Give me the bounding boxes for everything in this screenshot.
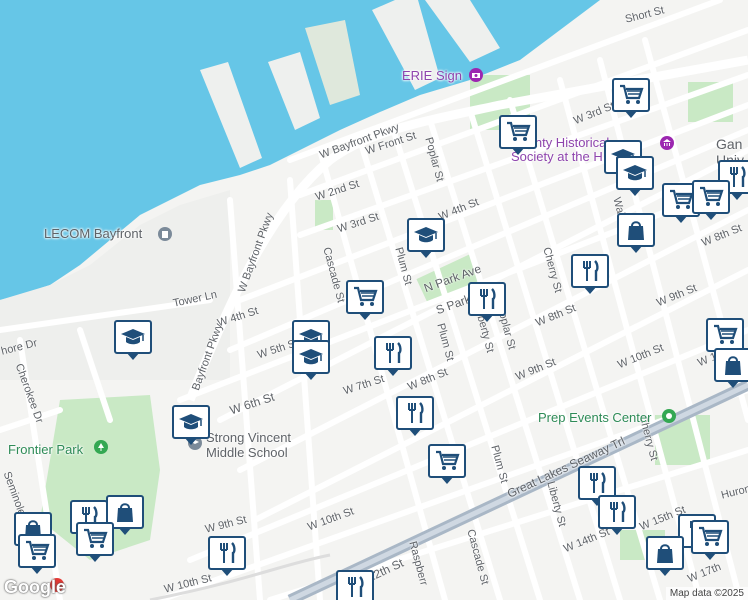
shopping-cart-icon xyxy=(697,184,725,210)
place-frontier-park[interactable]: Frontier Park xyxy=(8,442,83,457)
restaurant-marker[interactable] xyxy=(336,570,374,600)
shopping-cart-icon xyxy=(696,524,724,550)
grocery-marker[interactable] xyxy=(428,444,466,484)
place-prep-events-center[interactable]: Prep Events Center xyxy=(538,410,651,425)
camera-icon[interactable] xyxy=(469,68,483,82)
graduation-cap-icon xyxy=(177,409,205,435)
shopping-cart-icon xyxy=(617,82,645,108)
fork-knife-icon xyxy=(401,400,429,426)
fork-knife-icon xyxy=(473,286,501,312)
graduation-cap-icon xyxy=(119,324,147,350)
fork-knife-icon xyxy=(576,258,604,284)
shopping-bag-icon xyxy=(719,352,747,378)
restaurant-marker[interactable] xyxy=(374,336,412,376)
grocery-marker[interactable] xyxy=(691,520,729,560)
school-marker[interactable] xyxy=(114,320,152,360)
shopping-cart-icon xyxy=(351,284,379,310)
restaurant-marker[interactable] xyxy=(571,254,609,294)
restaurant-marker[interactable] xyxy=(396,396,434,436)
shopping-cart-icon xyxy=(504,119,532,145)
graduation-cap-icon xyxy=(621,160,649,186)
shopping-cart-icon xyxy=(81,526,109,552)
shopping-marker[interactable] xyxy=(617,213,655,253)
tree-icon[interactable] xyxy=(94,440,108,454)
grocery-marker[interactable] xyxy=(612,78,650,118)
google-logo: Google xyxy=(4,577,66,597)
shopping-bag-icon xyxy=(111,499,139,525)
museum-icon[interactable] xyxy=(660,136,674,150)
place-erie-sign[interactable]: ERIE Sign xyxy=(402,68,462,83)
fork-knife-icon xyxy=(379,340,407,366)
stadium-icon[interactable] xyxy=(662,409,676,423)
restaurant-marker[interactable] xyxy=(208,536,246,576)
restaurant-marker[interactable] xyxy=(598,495,636,535)
grocery-marker[interactable] xyxy=(76,522,114,562)
shopping-cart-icon xyxy=(23,538,51,564)
fork-knife-icon xyxy=(603,499,631,525)
grocery-marker[interactable] xyxy=(706,318,744,358)
restaurant-marker[interactable] xyxy=(468,282,506,322)
fork-knife-icon xyxy=(341,574,369,600)
place-strong-vincent-middle-school[interactable]: Strong Vincent Middle School xyxy=(206,430,291,460)
school-marker[interactable] xyxy=(172,405,210,445)
school-marker[interactable] xyxy=(407,218,445,258)
shopping-marker[interactable] xyxy=(714,348,748,388)
map-canvas[interactable]: Short St W Bayfront Pkwy W Front St W 2n… xyxy=(0,0,748,600)
grocery-marker[interactable] xyxy=(692,180,730,220)
building-icon[interactable] xyxy=(158,227,172,241)
map-attribution[interactable]: Map data ©2025 xyxy=(665,587,748,600)
shopping-cart-icon xyxy=(667,187,695,213)
school-marker[interactable] xyxy=(292,340,330,380)
place-lecom-bayfront[interactable]: LECOM Bayfront xyxy=(44,226,142,241)
shopping-bag-icon xyxy=(622,217,650,243)
grocery-marker[interactable] xyxy=(499,115,537,155)
grocery-marker[interactable] xyxy=(346,280,384,320)
graduation-cap-icon xyxy=(412,222,440,248)
shopping-cart-icon xyxy=(433,448,461,474)
grocery-marker[interactable] xyxy=(18,534,56,574)
school-marker[interactable] xyxy=(616,156,654,196)
fork-knife-icon xyxy=(583,470,611,496)
graduation-cap-icon xyxy=(297,344,325,370)
shopping-bag-icon xyxy=(651,540,679,566)
fork-knife-icon xyxy=(213,540,241,566)
shopping-marker[interactable] xyxy=(646,536,684,576)
shopping-cart-icon xyxy=(711,322,739,348)
